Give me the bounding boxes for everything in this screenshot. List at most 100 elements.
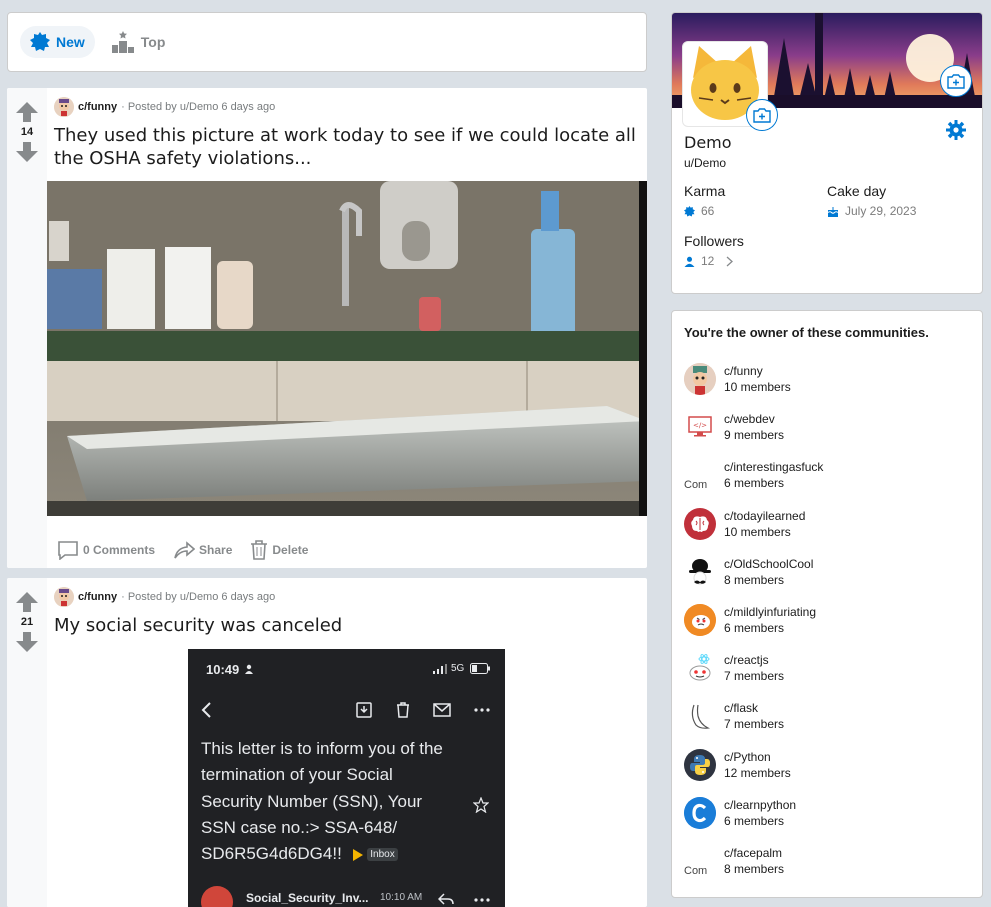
new-burst-icon [30, 32, 50, 51]
comment-icon [58, 541, 78, 560]
archive-icon[interactable] [356, 702, 372, 718]
community-name[interactable]: c/mildlyinfuriating [724, 604, 816, 620]
battery-icon [470, 663, 490, 674]
downvote-icon[interactable] [16, 632, 38, 652]
camera-add-icon [947, 73, 965, 89]
upvote-icon[interactable] [16, 102, 38, 122]
communities-heading: You're the owner of these communities. [684, 325, 929, 340]
bowler-hat-icon [684, 555, 716, 588]
community-name[interactable]: c/todayilearned [724, 508, 805, 524]
post-community-link[interactable]: c/funny [78, 591, 117, 603]
post-meta: c/funny · Posted by u/Demo 6 days ago [54, 97, 275, 117]
community-item[interactable]: c/funny 10 members [684, 363, 823, 411]
community-item[interactable]: c/flask 7 members [684, 700, 823, 748]
community-name[interactable]: c/Python [724, 749, 791, 765]
trash-icon[interactable] [396, 702, 410, 718]
cake-icon [827, 206, 839, 217]
community-members: 7 members [724, 717, 785, 732]
comments-label: 0 Comments [83, 543, 156, 557]
post-image[interactable] [47, 181, 647, 516]
avatar-upload-button[interactable] [746, 99, 778, 131]
community-members: 10 members [724, 524, 791, 539]
community-members: 8 members [724, 572, 785, 587]
post-meta: c/funny · Posted by u/Demo 6 days ago [54, 587, 275, 607]
sender-avatar [201, 886, 233, 907]
community-members: 6 members [724, 620, 785, 635]
community-item[interactable]: c/todayilearned 10 members [684, 507, 823, 556]
community-name[interactable]: c/OldSchoolCool [724, 556, 813, 572]
post-image[interactable]: 10:49 5G This letter is to inform you of… [188, 649, 505, 907]
delete-button[interactable]: Delete [250, 540, 308, 560]
community-members: 6 members [724, 476, 785, 491]
banner-upload-button[interactable] [940, 65, 972, 97]
cakeday-date: July 29, 2023 [845, 204, 917, 218]
community-name[interactable]: c/flask [724, 700, 784, 716]
communities-list: c/funny 10 members </> c/webdev 9 members … [684, 363, 823, 893]
trash-icon [251, 540, 268, 560]
post-actions: 0 Comments Share Delete [57, 540, 308, 560]
back-arrow-icon[interactable] [200, 701, 214, 719]
post-card[interactable]: 21 c/funny · Posted by u/Demo 6 days ago… [7, 578, 647, 907]
downvote-icon[interactable] [16, 142, 38, 162]
community-name[interactable]: c/interestingasfuck [724, 459, 823, 475]
community-members: 9 members [724, 428, 785, 443]
share-label: Share [199, 543, 233, 557]
mail-icon[interactable] [433, 703, 451, 717]
star-icon[interactable] [473, 797, 489, 813]
sort-new-label: New [56, 34, 85, 50]
community-item[interactable]: c/reactjs 7 members [684, 652, 823, 700]
post-card[interactable]: 14 c/funny · Posted by u/Demo 6 days ago… [7, 88, 647, 568]
followers-value[interactable]: 12 [684, 254, 734, 268]
more-icon[interactable] [474, 708, 490, 712]
community-avatar-icon[interactable] [54, 587, 74, 607]
sort-bar: New Top [7, 12, 647, 72]
inbox-badge: Inbox [367, 847, 398, 861]
share-button[interactable]: Share [173, 540, 232, 560]
gear-icon[interactable] [946, 120, 966, 140]
community-name[interactable]: c/webdev [724, 411, 784, 427]
important-marker-icon [352, 848, 363, 861]
community-name[interactable]: c/facepalm [724, 845, 784, 861]
share-icon [174, 541, 196, 559]
community-avatar-icon[interactable] [54, 97, 74, 117]
profile-card: Demo u/Demo Karma 66 Cake day July 29, 2… [671, 12, 983, 294]
community-name[interactable]: c/funny [724, 363, 791, 379]
network-label: 5G [451, 663, 465, 674]
broken-image-icon: Com [684, 845, 716, 877]
python-logo-icon [684, 748, 716, 781]
cakeday-value: July 29, 2023 [827, 204, 916, 218]
post-title[interactable]: They used this picture at work today to … [54, 124, 647, 170]
community-item[interactable]: Com c/facepalm 8 members [684, 845, 823, 893]
community-members: 10 members [724, 380, 791, 394]
community-item[interactable]: c/mildlyinfuriating 6 members [684, 603, 823, 652]
vote-count: 14 [20, 126, 34, 138]
followers-count: 12 [701, 254, 715, 268]
sort-top-button[interactable]: Top [101, 26, 176, 58]
broken-image-alt: Com [684, 864, 708, 877]
followers-label: Followers [684, 233, 744, 249]
more-icon[interactable] [474, 898, 490, 902]
community-item[interactable]: c/Python 12 members [684, 748, 823, 797]
community-members: 12 members [724, 765, 791, 780]
community-members: 6 members [724, 813, 785, 828]
post-community-link[interactable]: c/funny [78, 101, 117, 113]
profile-name: Demo [684, 133, 732, 152]
community-item[interactable]: c/OldSchoolCool 8 members [684, 555, 823, 604]
community-item[interactable]: c/learnpython 6 members [684, 796, 823, 845]
community-item[interactable]: </> c/webdev 9 members [684, 411, 823, 459]
community-name[interactable]: c/learnpython [724, 797, 796, 813]
sort-new-button[interactable]: New [20, 26, 95, 58]
vote-column: 14 [7, 88, 47, 568]
post-title[interactable]: My social security was canceled [54, 614, 647, 637]
reply-icon[interactable] [438, 893, 454, 905]
letter-body: This letter is to inform you of the term… [201, 739, 443, 864]
code-monitor-icon: </> [684, 411, 716, 444]
react-snoo-icon [684, 652, 716, 685]
comments-button[interactable]: 0 Comments [57, 540, 155, 560]
funny-avatar-icon [684, 363, 716, 395]
karma-value: 66 [684, 204, 714, 218]
community-item[interactable]: Com c/interestingasfuck 6 members [684, 459, 823, 507]
vote-column: 21 [7, 578, 47, 907]
upvote-icon[interactable] [16, 592, 38, 612]
community-name[interactable]: c/reactjs [724, 652, 784, 668]
